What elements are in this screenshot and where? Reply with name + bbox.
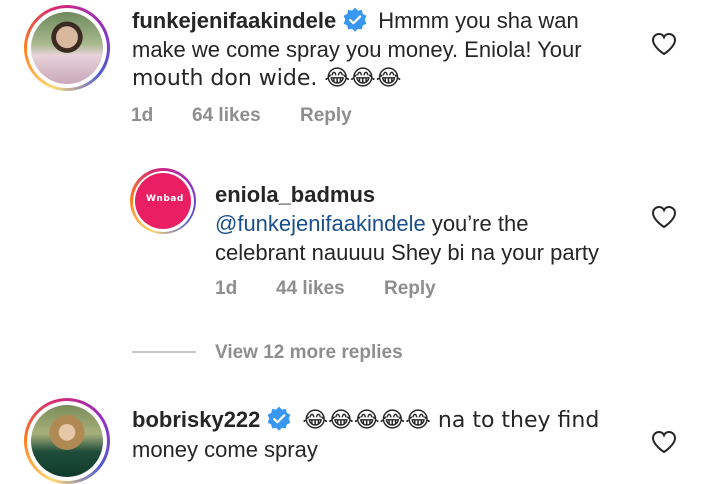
heart-icon[interactable] [651,205,677,229]
avatar-ring[interactable] [24,5,110,91]
comment-username[interactable]: funkejenifaakindele [132,8,336,33]
comment-text: Hmmm you sha wan [378,8,579,33]
comment-body: funkejenifaakindele Hmmm you sha wan mak… [132,6,652,93]
avatar-ring[interactable]: Wnbad [130,168,196,234]
comment-text-line: celebrant nauuuu Shey bi na your party [215,240,600,265]
comment-text: 😂😂😂😂😂 na to they find [302,408,600,433]
avatar-logo-text: Wnbad [146,194,184,204]
comment-likes[interactable]: 64 likes [192,105,261,127]
avatar-gap [27,401,107,481]
avatar: Wnbad [135,173,191,229]
replies-divider [132,351,196,353]
heart-icon[interactable] [651,430,677,454]
reply-button[interactable]: Reply [300,105,352,127]
comment-text-line: make we come spray you money. Eniola! Yo… [132,37,582,62]
comment-text-line: money come spray [132,437,318,462]
comment-likes[interactable]: 44 likes [276,278,345,300]
comment-body: bobrisky222 😂😂😂😂😂 na to they find money … [132,405,652,464]
avatar [31,405,103,477]
comment-body: eniola_badmus @funkejenifaakindele you’r… [215,180,655,267]
comment-text-line: mouth don wide. 😂😂😂 [132,66,402,91]
verified-icon [343,7,367,32]
avatar-ring[interactable] [24,398,110,484]
comment-text: you’re the [425,211,529,236]
reply-button[interactable]: Reply [384,278,436,300]
comment-username[interactable]: eniola_badmus [215,180,655,209]
view-more-replies-button[interactable]: View 12 more replies [215,342,403,364]
comment-timestamp: 1d [131,105,154,126]
comment-timestamp: 1d [215,278,238,299]
comment-username[interactable]: bobrisky222 [132,407,260,432]
avatar-gap: Wnbad [132,170,194,232]
mention-link[interactable]: @funkejenifaakindele [215,211,426,236]
avatar [31,12,103,84]
avatar-gap [27,8,107,88]
verified-icon [268,406,291,431]
heart-icon[interactable] [651,32,677,56]
